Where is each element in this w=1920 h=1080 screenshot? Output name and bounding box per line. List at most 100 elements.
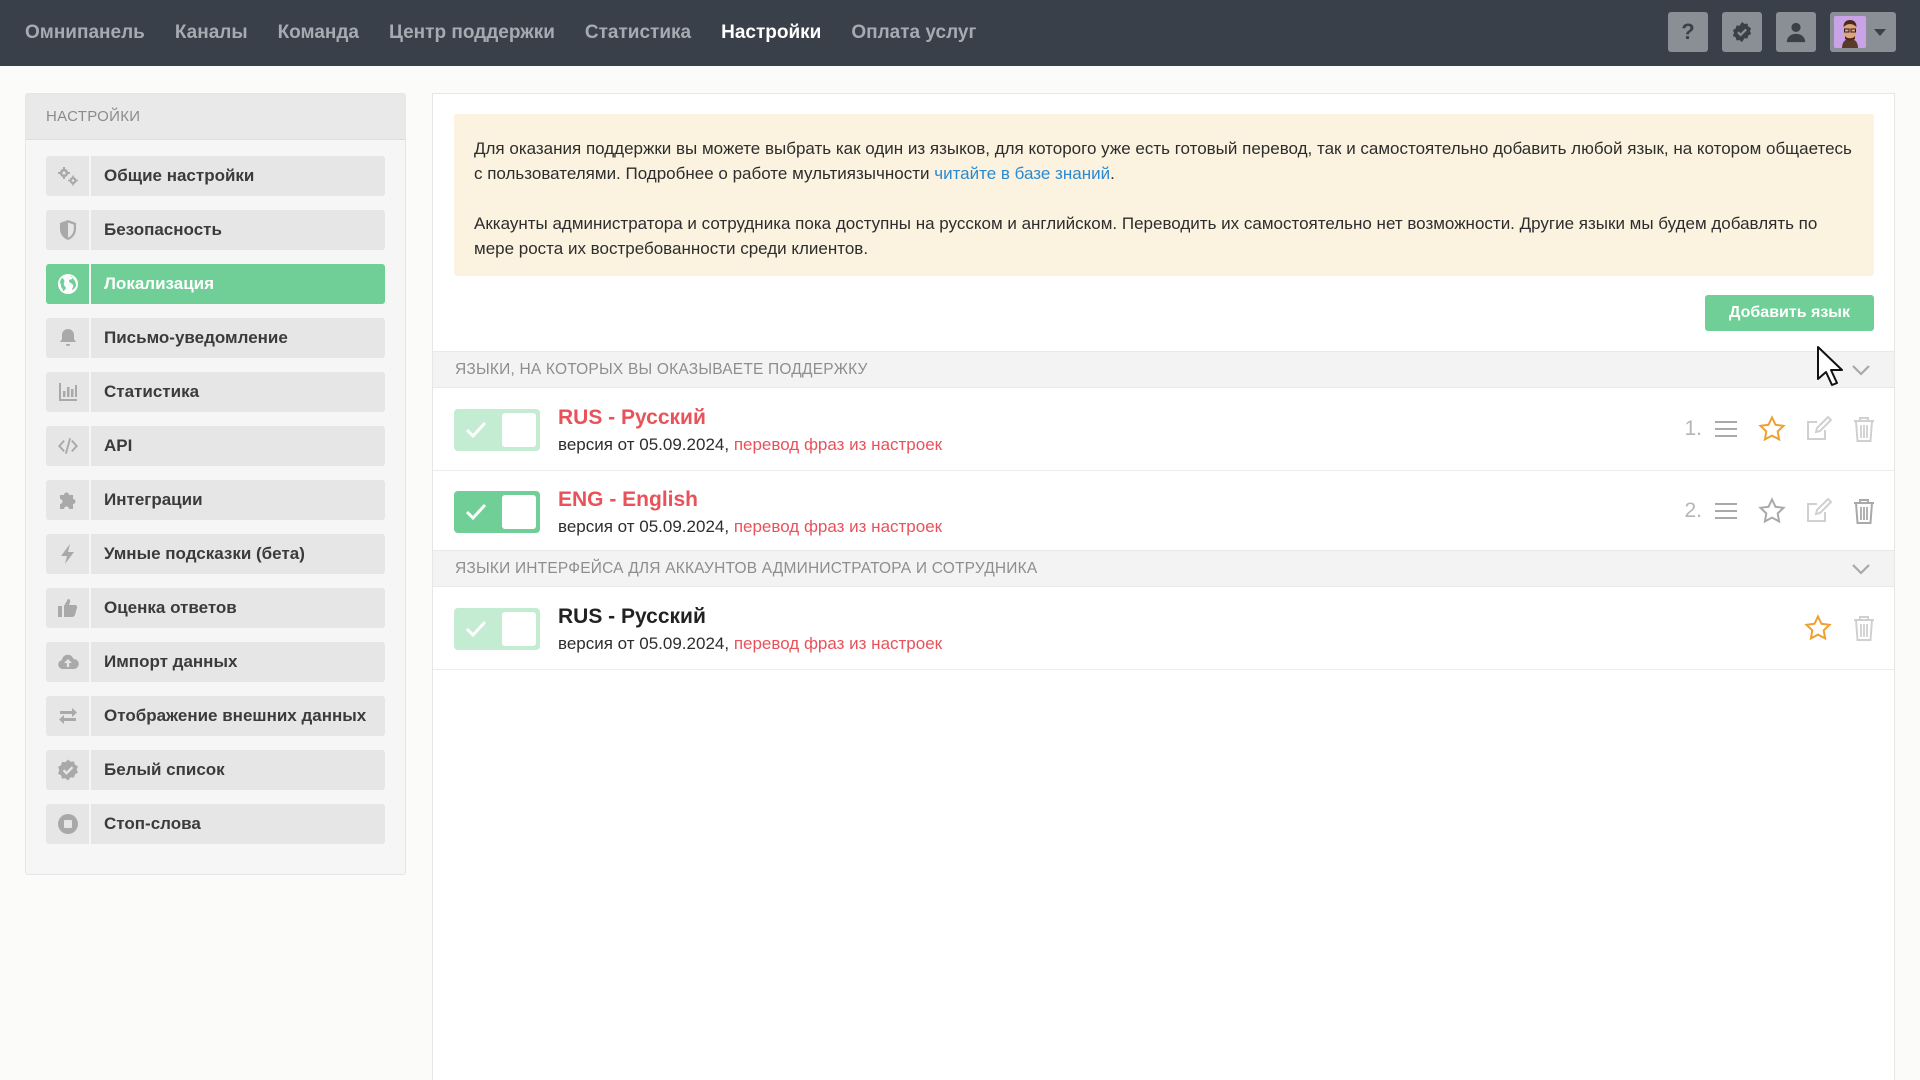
settings-sidebar: НАСТРОЙКИ Общие настройки Безопасность Л… <box>25 93 406 875</box>
sidebar-item-label: Умные подсказки (бета) <box>91 534 385 574</box>
notice-paragraph-2: Аккаунты администратора и сотрудника пок… <box>474 214 1818 258</box>
sidebar-item-statistics[interactable]: Статистика <box>46 372 385 412</box>
sidebar-item-answer-rating[interactable]: Оценка ответов <box>46 588 385 628</box>
row-actions: 2. <box>1684 497 1878 525</box>
sidebar-item-label: Импорт данных <box>91 642 385 682</box>
verified-button[interactable] <box>1722 12 1762 52</box>
sidebar-item-integrations[interactable]: Интеграции <box>46 480 385 520</box>
exchange-icon <box>46 696 89 736</box>
drag-handle-icon[interactable] <box>1712 497 1740 525</box>
sidebar-item-label: Письмо-уведомление <box>91 318 385 358</box>
nav-support-center[interactable]: Центр поддержки <box>389 22 555 44</box>
nav-billing[interactable]: Оплата услуг <box>851 22 976 44</box>
avatar-face-icon <box>1834 16 1866 48</box>
star-filled-icon[interactable] <box>1804 614 1832 642</box>
check-badge-icon <box>1732 21 1752 43</box>
phrases-translation-link[interactable]: перевод фраз из настроек <box>734 517 942 536</box>
nav-omnipanel[interactable]: Омнипанель <box>25 22 145 44</box>
row-actions: 1. <box>1684 415 1878 443</box>
sidebar-item-data-import[interactable]: Импорт данных <box>46 642 385 682</box>
lightning-icon <box>46 534 89 574</box>
toggle-knob <box>502 413 536 447</box>
shield-icon <box>46 210 89 250</box>
sidebar-item-stop-words[interactable]: Стоп-слова <box>46 804 385 844</box>
main-nav: Омнипанель Каналы Команда Центр поддержк… <box>0 0 1006 66</box>
profile-button[interactable] <box>1776 12 1816 52</box>
user-icon <box>1786 22 1806 43</box>
language-version: версия от 05.09.2024, перевод фраз из на… <box>558 435 942 455</box>
version-text: версия от 05.09.2024, <box>558 517 730 536</box>
language-toggle[interactable] <box>454 409 540 451</box>
check-badge-icon <box>46 750 89 790</box>
sidebar-item-external-data[interactable]: Отображение внешних данных <box>46 696 385 736</box>
row-actions <box>1804 614 1878 642</box>
sidebar-item-localization[interactable]: Локализация <box>46 264 385 304</box>
interface-languages-section-header[interactable]: ЯЗЫКИ ИНТЕРФЕЙСА ДЛЯ АККАУНТОВ АДМИНИСТР… <box>433 550 1894 587</box>
knowledge-base-link[interactable]: читайте в базе знаний <box>934 164 1110 183</box>
notice-paragraph-1: Для оказания поддержки вы можете выбрать… <box>474 136 1854 186</box>
sidebar-item-security[interactable]: Безопасность <box>46 210 385 250</box>
drag-handle-icon[interactable] <box>1712 415 1740 443</box>
toggle-knob <box>502 495 536 529</box>
trash-icon[interactable] <box>1850 415 1878 443</box>
chevron-down-icon[interactable] <box>1850 559 1872 579</box>
bell-icon <box>46 318 89 358</box>
sidebar-item-label: Оценка ответов <box>91 588 385 628</box>
sidebar-item-label: API <box>91 426 385 466</box>
help-button[interactable]: ? <box>1668 12 1708 52</box>
top-actions: ? <box>1654 12 1896 52</box>
notice-text: Для оказания поддержки вы можете выбрать… <box>474 139 1852 183</box>
localization-panel: Для оказания поддержки вы можете выбрать… <box>432 93 1895 1080</box>
sidebar-item-smart-hints[interactable]: Умные подсказки (бета) <box>46 534 385 574</box>
puzzle-icon <box>46 480 89 520</box>
sidebar-item-api[interactable]: API <box>46 426 385 466</box>
language-row: RUS - Русский версия от 05.09.2024, пере… <box>433 389 1894 471</box>
sidebar-item-email-notification[interactable]: Письмо-уведомление <box>46 318 385 358</box>
chevron-down-icon <box>1874 28 1886 36</box>
chevron-down-icon[interactable] <box>1850 360 1872 380</box>
trash-icon[interactable] <box>1850 497 1878 525</box>
sidebar-item-label: Интеграции <box>91 480 385 520</box>
language-row: ENG - English версия от 05.09.2024, пере… <box>433 471 1894 553</box>
nav-team[interactable]: Команда <box>278 22 359 44</box>
version-text: версия от 05.09.2024, <box>558 435 730 454</box>
sidebar-item-label: Безопасность <box>91 210 385 250</box>
language-name: RUS - Русский <box>558 605 706 628</box>
language-toggle[interactable] <box>454 608 540 650</box>
thumbs-up-icon <box>46 588 89 628</box>
sidebar-item-label: Белый список <box>91 750 385 790</box>
nav-channels[interactable]: Каналы <box>175 22 248 44</box>
nav-settings[interactable]: Настройки <box>721 22 821 44</box>
top-navigation-bar: Омнипанель Каналы Команда Центр поддержк… <box>0 0 1920 66</box>
nav-statistics[interactable]: Статистика <box>585 22 691 44</box>
support-languages-section-header[interactable]: ЯЗЫКИ, НА КОТОРЫХ ВЫ ОКАЗЫВАЕТЕ ПОДДЕРЖК… <box>433 351 1894 388</box>
add-language-button[interactable]: Добавить язык <box>1705 295 1874 331</box>
sidebar-title: НАСТРОЙКИ <box>26 94 405 140</box>
sidebar-item-label: Локализация <box>91 264 385 304</box>
trash-icon[interactable] <box>1850 614 1878 642</box>
edit-icon[interactable] <box>1804 497 1832 525</box>
phrases-translation-link[interactable]: перевод фраз из настроек <box>734 634 942 653</box>
check-icon <box>465 620 487 638</box>
code-icon <box>46 426 89 466</box>
avatar <box>1834 16 1866 48</box>
toggle-knob <box>502 612 536 646</box>
user-menu-button[interactable] <box>1830 12 1896 52</box>
language-toggle[interactable] <box>454 491 540 533</box>
language-row: RUS - Русский версия от 05.09.2024, пере… <box>433 588 1894 670</box>
star-filled-icon[interactable] <box>1758 415 1786 443</box>
language-order: 1. <box>1684 417 1702 440</box>
sidebar-item-general[interactable]: Общие настройки <box>46 156 385 196</box>
sidebar-item-label: Стоп-слова <box>91 804 385 844</box>
sidebar-item-label: Отображение внешних данных <box>91 696 385 736</box>
sidebar-item-whitelist[interactable]: Белый список <box>46 750 385 790</box>
section-title: ЯЗЫКИ, НА КОТОРЫХ ВЫ ОКАЗЫВАЕТЕ ПОДДЕРЖК… <box>455 360 868 378</box>
cloud-upload-icon <box>46 642 89 682</box>
star-outline-icon[interactable] <box>1758 497 1786 525</box>
notice-text-end: . <box>1110 164 1115 183</box>
check-icon <box>465 421 487 439</box>
edit-icon[interactable] <box>1804 415 1832 443</box>
phrases-translation-link[interactable]: перевод фраз из настроек <box>734 435 942 454</box>
language-order: 2. <box>1684 499 1702 522</box>
settings-menu: Общие настройки Безопасность Локализация… <box>26 140 405 844</box>
